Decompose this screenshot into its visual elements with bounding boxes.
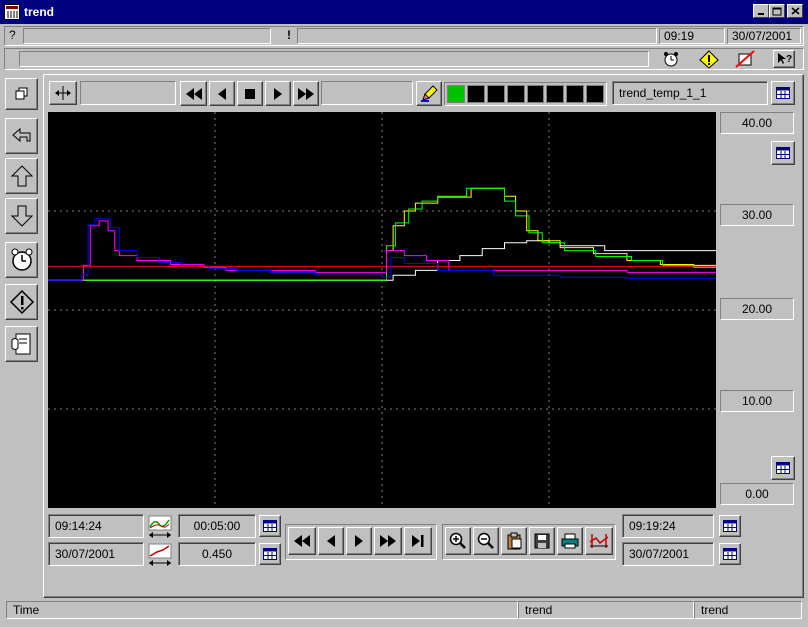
time-span-icon[interactable] — [147, 514, 175, 540]
pen-edit-icon[interactable] — [416, 81, 442, 106]
minimize-button[interactable] — [753, 4, 769, 18]
chart-grid — [48, 112, 716, 508]
message-field — [19, 51, 649, 67]
down-arrow-button[interactable] — [5, 198, 38, 234]
toolbar-field-1 — [80, 81, 176, 105]
led-8 — [586, 85, 604, 103]
step-forward-icon[interactable] — [265, 81, 291, 106]
stop-icon[interactable] — [237, 81, 263, 106]
window-restore-button[interactable] — [5, 78, 38, 110]
trend-series-6 — [48, 218, 716, 281]
trend-chart-svg — [48, 112, 716, 508]
bottom-step-forward-icon[interactable] — [346, 527, 372, 555]
step-back-icon[interactable] — [209, 81, 235, 106]
up-arrow-button[interactable] — [5, 158, 38, 194]
value-factor-icon[interactable] — [147, 542, 175, 568]
led-7 — [566, 85, 585, 103]
ruler-icon[interactable] — [49, 81, 77, 105]
clock-time: 09:19 — [659, 28, 725, 44]
side-panel — [0, 72, 43, 596]
zoom-in-icon[interactable] — [445, 527, 471, 555]
led-3 — [486, 85, 505, 103]
bottom-step-back-icon[interactable] — [318, 527, 344, 555]
led-6 — [546, 85, 565, 103]
scale-10: 10.00 — [720, 390, 794, 412]
trend-name-field[interactable]: trend_temp_1_1 — [612, 81, 768, 105]
info-bar: ? ! 09:19 30/07/2001 — [4, 26, 804, 46]
back-arrow-button[interactable] — [5, 118, 38, 154]
clipboard-icon[interactable] — [501, 527, 527, 555]
end-time-table-button[interactable] — [719, 515, 741, 537]
alarm-clock-icon[interactable] — [659, 49, 683, 71]
message-bar: ? — [4, 48, 804, 70]
go-to-end-icon[interactable] — [404, 527, 432, 555]
time-span-field[interactable]: 00:05:00 — [178, 514, 256, 538]
clock-date: 30/07/2001 — [727, 28, 801, 44]
alarm-acknowledge-button[interactable] — [5, 284, 38, 320]
trend-table-button[interactable] — [771, 81, 795, 105]
window-title: trend — [24, 5, 54, 19]
alarm-clock-button[interactable] — [5, 242, 38, 278]
led-5 — [526, 85, 545, 103]
end-time-field[interactable]: 09:19:24 — [622, 514, 714, 538]
scale-20: 20.00 — [720, 298, 794, 320]
rewind-fast-icon[interactable] — [180, 81, 207, 106]
factor-table-button[interactable] — [259, 543, 281, 565]
scale-max-table-button[interactable] — [771, 141, 795, 165]
led-4 — [506, 85, 525, 103]
print-icon[interactable] — [557, 527, 583, 555]
maximize-button[interactable] — [769, 4, 785, 18]
trend-led-strip — [444, 82, 607, 106]
trend-chart[interactable] — [48, 112, 716, 508]
scale-min: 0.00 — [720, 483, 794, 505]
warning-icon[interactable] — [697, 49, 721, 71]
end-date-field[interactable]: 30/07/2001 — [622, 542, 714, 566]
status-time: Time — [6, 601, 518, 619]
info-field-mid — [297, 28, 657, 44]
close-button[interactable] — [787, 4, 803, 18]
scale-min-table-button[interactable] — [771, 456, 795, 480]
toolbar-field-2 — [321, 81, 413, 105]
start-time-field[interactable]: 09:14:24 — [48, 514, 144, 538]
factor-field[interactable]: 0.450 — [178, 542, 256, 566]
save-icon[interactable] — [529, 527, 555, 555]
end-date-table-button[interactable] — [719, 543, 741, 565]
bottom-rewind-fast-icon[interactable] — [288, 527, 316, 555]
info-field-left — [23, 28, 271, 44]
title-bar: trend — [0, 0, 808, 24]
scale-30: 30.00 — [720, 204, 794, 226]
status-trend-1: trend — [518, 601, 694, 619]
zoom-out-icon[interactable] — [473, 527, 499, 555]
bottom-forward-fast-icon[interactable] — [374, 527, 402, 555]
app-icon — [4, 4, 20, 20]
svg-text:?: ? — [786, 54, 792, 65]
time-span-table-button[interactable] — [259, 515, 281, 537]
forward-fast-icon[interactable] — [293, 81, 319, 106]
start-date-field[interactable]: 30/07/2001 — [48, 542, 144, 566]
scale-max: 40.00 — [720, 112, 794, 134]
help-mark: ? — [9, 28, 16, 42]
led-2 — [466, 85, 485, 103]
led-1 — [447, 85, 465, 103]
context-help-icon[interactable]: ? — [773, 50, 795, 68]
status-trend-2: trend — [694, 601, 802, 619]
report-button[interactable] — [5, 326, 38, 362]
alarm-off-icon[interactable] — [733, 49, 757, 71]
alert-mark: ! — [287, 28, 291, 42]
trend-settings-icon[interactable] — [585, 527, 613, 555]
